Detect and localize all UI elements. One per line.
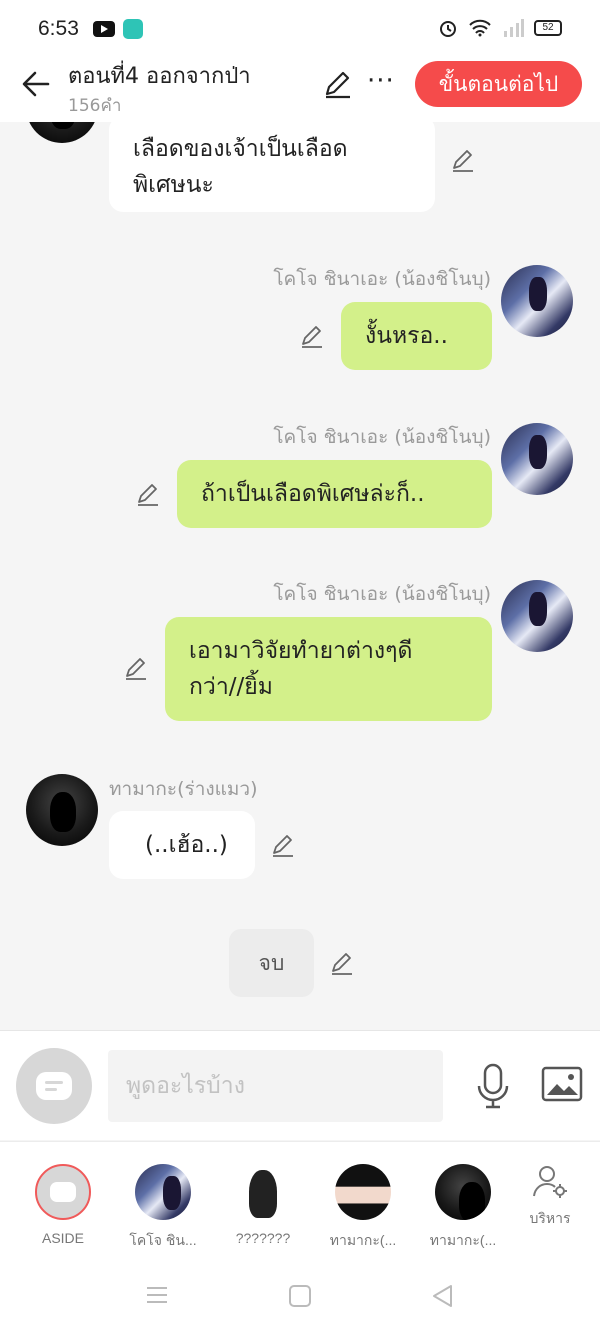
- home-icon[interactable]: [289, 1285, 311, 1307]
- recent-apps-icon[interactable]: [146, 1286, 168, 1304]
- message-text: เลือดของเจ้าเป็นเลือด: [133, 136, 348, 162]
- character-avatar: [335, 1164, 391, 1220]
- edit-message-pencil-icon[interactable]: [450, 147, 476, 173]
- character-tamaka-human[interactable]: ทามากะ(...: [313, 1164, 413, 1252]
- image-icon[interactable]: [541, 1066, 583, 1102]
- character-avatar: [235, 1164, 291, 1220]
- chat-area: เลือดของเจ้าเป็นเลือด พิเศษนะ โคโจ ชินาเ…: [0, 122, 600, 1030]
- speaker-name: ทามากะ(ร่างแมว): [109, 778, 258, 800]
- character-label: ทามากะ(...: [329, 1232, 397, 1248]
- alarm-icon: [440, 21, 456, 37]
- app-header: ตอนที่4 ออกจากป่า 156คำ ··· ขั้นตอนต่อไป: [0, 58, 600, 122]
- youtube-notification-icon: [93, 21, 115, 37]
- character-kocho[interactable]: โคโจ ชิน...: [113, 1164, 213, 1252]
- character-label: ???????: [235, 1230, 291, 1246]
- status-icons: 52: [438, 18, 562, 38]
- message-text: เอามาวิจัยทำยาต่างๆดี: [189, 638, 413, 664]
- message-bubble: เอามาวิจัยทำยาต่างๆดี กว่า//ยิ้ม: [165, 617, 492, 721]
- back-arrow-icon[interactable]: [18, 66, 54, 102]
- edit-end-pencil-icon[interactable]: [329, 950, 355, 976]
- status-bar: 6:53 52: [0, 0, 600, 58]
- edit-message-pencil-icon[interactable]: [135, 481, 161, 507]
- avatar-kocho-shinae[interactable]: [501, 423, 573, 495]
- user-settings-icon: [533, 1166, 567, 1198]
- composer-bar: [0, 1030, 600, 1140]
- avatar-tamaka[interactable]: [26, 122, 98, 143]
- battery-icon: 52: [534, 20, 562, 36]
- character-tamaka-cat[interactable]: ทามากะ(...: [413, 1164, 513, 1252]
- speaker-name: โคโจ ชินาเอะ (น้องชิโนบุ): [273, 268, 491, 290]
- microphone-icon[interactable]: [473, 1062, 513, 1110]
- system-navigation-bar: [0, 1256, 600, 1333]
- message-text: งั้นหรอ..: [365, 323, 448, 349]
- character-unknown[interactable]: ???????: [213, 1164, 313, 1246]
- character-label: ASIDE: [41, 1230, 84, 1246]
- aside-toggle-button[interactable]: [16, 1048, 92, 1124]
- signal-icon: [504, 19, 524, 37]
- character-avatar: [435, 1164, 491, 1220]
- aside-avatar: [35, 1164, 91, 1220]
- clock: 6:53: [38, 17, 79, 40]
- word-count: 156คำ: [68, 96, 122, 116]
- character-avatar: [135, 1164, 191, 1220]
- manage-characters-button[interactable]: บริหาร: [515, 1162, 585, 1230]
- avatar-kocho-shinae[interactable]: [501, 580, 573, 652]
- message-text: ถ้าเป็นเลือดพิเศษล่ะก็..: [201, 481, 425, 507]
- character-aside[interactable]: ASIDE: [13, 1164, 113, 1246]
- speaker-name: โคโจ ชินาเอะ (น้องชิโนบุ): [273, 426, 491, 448]
- message-bubble: งั้นหรอ..: [341, 302, 492, 370]
- more-options-button[interactable]: ···: [367, 66, 395, 96]
- app-notification-icon: [123, 19, 143, 39]
- message-text: กว่า//ยิ้ม: [189, 674, 273, 700]
- manage-label: บริหาร: [529, 1211, 571, 1227]
- message-bubble: เลือดของเจ้าเป็นเลือด พิเศษนะ: [109, 122, 435, 212]
- edit-message-pencil-icon[interactable]: [123, 655, 149, 681]
- avatar-tamaka[interactable]: [26, 774, 98, 846]
- message-bubble: ถ้าเป็นเลือดพิเศษล่ะก็..: [177, 460, 492, 528]
- episode-title: ตอนที่4 ออกจากป่า: [68, 64, 251, 89]
- character-label: ทามากะ(...: [429, 1232, 497, 1248]
- character-label: โคโจ ชิน...: [129, 1232, 197, 1248]
- character-selector: ASIDE โคโจ ชิน... ??????? ทามากะ(... ทาม…: [0, 1141, 600, 1256]
- message-bubble: (..เฮ้อ..): [109, 811, 255, 879]
- message-text: พิเศษนะ: [133, 172, 214, 198]
- wifi-icon: [469, 19, 491, 37]
- next-step-button[interactable]: ขั้นตอนต่อไป: [415, 61, 582, 107]
- edit-message-pencil-icon[interactable]: [270, 832, 296, 858]
- chat-bubble-icon: [36, 1072, 72, 1100]
- back-triangle-icon[interactable]: [431, 1284, 455, 1308]
- end-marker: จบ: [229, 929, 314, 997]
- message-input[interactable]: [108, 1050, 443, 1122]
- edit-title-pencil-icon[interactable]: [322, 68, 354, 100]
- chat-bubble-icon: [50, 1182, 76, 1202]
- avatar-kocho-shinae[interactable]: [501, 265, 573, 337]
- speaker-name: โคโจ ชินาเอะ (น้องชิโนบุ): [273, 583, 491, 605]
- message-text: (..เฮ้อ..): [145, 832, 228, 858]
- edit-message-pencil-icon[interactable]: [299, 323, 325, 349]
